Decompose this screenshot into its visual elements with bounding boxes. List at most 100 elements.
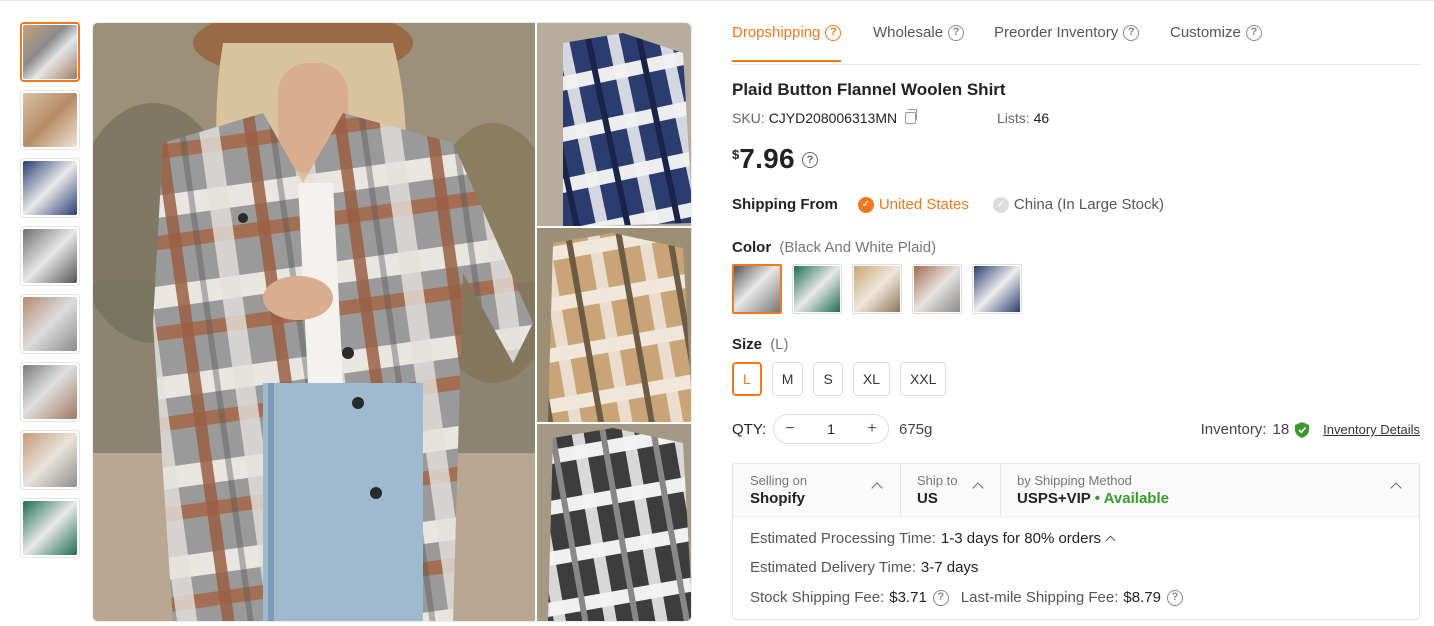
- product-photo: [93, 23, 691, 621]
- size-option-m[interactable]: M: [771, 362, 804, 396]
- thumbnail-6[interactable]: [20, 362, 80, 422]
- shipping-method-selector[interactable]: by Shipping Method USPS+VIP • Available: [1000, 464, 1419, 517]
- purchase-mode-tabs: Dropshipping ? Wholesale ? Preorder Inve…: [732, 10, 1420, 65]
- tab-customize[interactable]: Customize ?: [1170, 24, 1262, 41]
- color-selected: (Black And White Plaid): [779, 239, 937, 256]
- thumbnail-image: [23, 501, 77, 555]
- color-swatch-4[interactable]: [912, 264, 962, 314]
- tab-label: Preorder Inventory: [994, 24, 1119, 41]
- quantity-row: QTY: − + 675g Inventory: 18 Inventory De…: [732, 414, 1420, 444]
- inventory-label: Inventory:: [1200, 421, 1267, 438]
- tab-wholesale[interactable]: Wholesale ?: [873, 24, 965, 41]
- copy-icon[interactable]: [905, 109, 918, 124]
- color-row: Color (Black And White Plaid): [732, 239, 936, 256]
- shipping-from-label: Shipping From: [732, 196, 838, 213]
- size-options: L M S XL XXL: [732, 362, 947, 396]
- thumbnail-3[interactable]: [20, 158, 80, 218]
- thumbnail-list: [20, 22, 80, 566]
- delivery-label: Estimated Delivery Time:: [750, 559, 916, 576]
- thumbnail-image: [23, 93, 77, 147]
- top-border: [0, 0, 1434, 1]
- help-icon[interactable]: ?: [1123, 24, 1140, 41]
- color-swatch-5[interactable]: [972, 264, 1022, 314]
- price-amount: 7.96: [739, 143, 795, 174]
- sku-label: SKU:: [732, 110, 765, 126]
- processing-time-row: Estimated Processing Time: 1-3 days for …: [750, 530, 1116, 547]
- check-icon: ✓: [857, 196, 874, 213]
- processing-value: 1-3 days for 80% orders: [940, 530, 1101, 547]
- lists-count: Lists: 46: [997, 110, 1049, 126]
- color-swatch-3[interactable]: [852, 264, 902, 314]
- main-product-image[interactable]: [92, 22, 692, 622]
- thumbnail-7[interactable]: [20, 430, 80, 490]
- thumbnail-5[interactable]: [20, 294, 80, 354]
- quantity-stepper: − +: [773, 414, 889, 444]
- size-option-l[interactable]: L: [732, 362, 762, 396]
- decrement-button[interactable]: −: [783, 420, 797, 438]
- swatch-image: [974, 266, 1020, 312]
- warehouse-option-us[interactable]: ✓ United States: [857, 196, 969, 213]
- inventory-info: Inventory: 18 Inventory Details: [1201, 421, 1420, 438]
- thumbnail-2[interactable]: [20, 90, 80, 150]
- thumbnail-image: [23, 25, 77, 79]
- tab-dropshipping[interactable]: Dropshipping ?: [732, 24, 842, 62]
- tab-preorder-inventory[interactable]: Preorder Inventory ?: [994, 24, 1140, 41]
- shipping-selector-header: Selling on Shopify Ship to US by Shippin…: [733, 464, 1419, 517]
- color-swatch-1[interactable]: [732, 264, 782, 314]
- tab-label: Wholesale: [873, 24, 944, 41]
- ship-to-label: Ship to: [917, 473, 958, 488]
- stock-fee-label: Stock Shipping Fee:: [750, 589, 885, 606]
- price: $ 7.96 ?: [732, 143, 818, 175]
- thumbnail-1[interactable]: [20, 22, 80, 82]
- processing-label: Estimated Processing Time:: [750, 530, 936, 547]
- help-icon[interactable]: ?: [1166, 589, 1183, 606]
- color-label: Color: [732, 239, 772, 256]
- color-swatch-2[interactable]: [792, 264, 842, 314]
- delivery-time-row: Estimated Delivery Time: 3-7 days: [750, 559, 978, 576]
- thumbnail-image: [23, 365, 77, 419]
- product-title: Plaid Button Flannel Woolen Shirt: [732, 80, 1006, 99]
- color-swatches: [732, 264, 1022, 314]
- size-label: Size: [732, 336, 763, 353]
- sku-value: CJYD208006313MN: [768, 110, 898, 126]
- availability-status: • Available: [1094, 490, 1169, 507]
- warehouse-option-china[interactable]: ✓ China (In Large Stock): [992, 196, 1164, 213]
- thumbnail-8[interactable]: [20, 498, 80, 558]
- active-tab-indicator: [732, 60, 842, 62]
- size-option-s[interactable]: S: [813, 362, 843, 396]
- shipping-from-row: Shipping From ✓ United States ✓ China (I…: [732, 196, 1188, 213]
- chevron-up-icon[interactable]: [1105, 535, 1116, 546]
- help-icon[interactable]: ?: [1245, 24, 1262, 41]
- ship-to-selector[interactable]: Ship to US: [900, 464, 1000, 517]
- thumbnail-image: [23, 161, 77, 215]
- tab-label: Customize: [1170, 24, 1241, 41]
- option-label: United States: [878, 196, 969, 213]
- inventory-details-link[interactable]: Inventory Details: [1323, 422, 1420, 437]
- thumbnail-4[interactable]: [20, 226, 80, 286]
- help-icon[interactable]: ?: [801, 152, 818, 168]
- size-option-xl[interactable]: XL: [852, 362, 890, 396]
- selling-on-selector[interactable]: Selling on Shopify: [733, 464, 900, 517]
- price-currency: $: [732, 147, 740, 162]
- swatch-image: [854, 266, 900, 312]
- shipping-method-value: USPS+VIP: [1017, 490, 1091, 507]
- lists-value: 46: [1033, 110, 1050, 126]
- lastmile-fee-value: $8.79: [1123, 589, 1161, 606]
- inventory-value: 18: [1272, 421, 1290, 438]
- increment-button[interactable]: +: [865, 420, 879, 438]
- help-icon[interactable]: ?: [948, 24, 965, 41]
- product-weight: 675g: [899, 421, 933, 438]
- lists-label: Lists:: [997, 110, 1030, 126]
- shipping-options-box: Selling on Shopify Ship to US by Shippin…: [732, 463, 1420, 620]
- help-icon[interactable]: ?: [825, 24, 842, 41]
- swatch-image: [794, 266, 840, 312]
- stock-fee-value: $3.71: [889, 589, 927, 606]
- lastmile-fee-label: Last-mile Shipping Fee:: [960, 589, 1119, 606]
- swatch-image: [914, 266, 960, 312]
- sku-line: SKU: CJYD208006313MN: [732, 109, 918, 126]
- check-icon: ✓: [992, 196, 1009, 213]
- quantity-input[interactable]: [811, 421, 851, 437]
- size-option-xxl[interactable]: XXL: [899, 362, 947, 396]
- size-row: Size (L): [732, 336, 789, 353]
- help-icon[interactable]: ?: [932, 589, 949, 606]
